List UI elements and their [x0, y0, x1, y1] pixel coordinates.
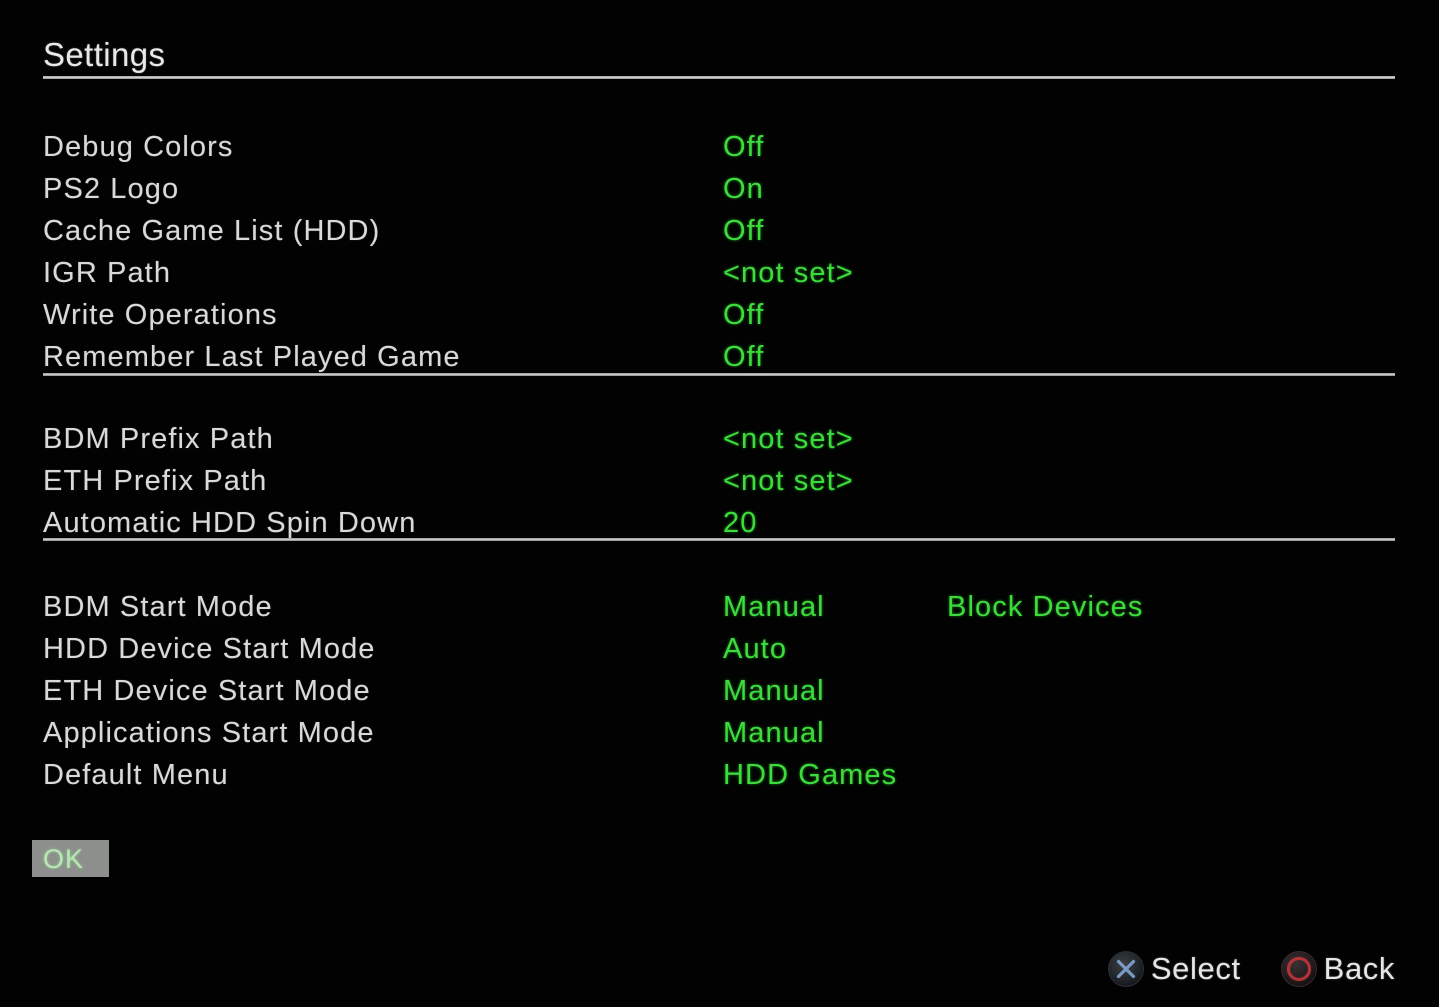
title-separator: [43, 76, 1395, 79]
setting-row[interactable]: Default Menu HDD Games: [0, 754, 1439, 796]
setting-row[interactable]: Debug Colors Off: [0, 126, 1439, 168]
setting-row-label: HDD Device Start Mode: [43, 633, 376, 665]
settings-group-start-modes: BDM Start Mode Manual Block Devices HDD Dev…: [0, 586, 1439, 796]
hint-select-label: Select: [1150, 951, 1241, 986]
page-title-text: Settings: [43, 36, 166, 73]
setting-row-label: ETH Prefix Path: [43, 465, 268, 497]
setting-row[interactable]: ETH Prefix Path <not set>: [0, 460, 1439, 502]
setting-row-value[interactable]: On: [723, 168, 764, 210]
setting-row-value[interactable]: Manual: [723, 670, 825, 712]
setting-row-label: Default Menu: [43, 759, 229, 791]
group-separator-2: [43, 538, 1395, 541]
setting-row-label: IGR Path: [43, 257, 172, 289]
setting-row-value[interactable]: Auto: [723, 628, 787, 670]
ok-button-label: OK: [43, 843, 85, 874]
settings-group-general: Debug Colors Off PS2 Logo On Cache Game List…: [0, 126, 1439, 378]
setting-row-value[interactable]: Off: [723, 336, 764, 378]
setting-row[interactable]: Remember Last Played Game Off: [0, 336, 1439, 378]
setting-row[interactable]: ETH Device Start Mode Manual: [0, 670, 1439, 712]
setting-row-value[interactable]: <not set>: [723, 252, 854, 294]
setting-row-value[interactable]: <not set>: [723, 460, 854, 502]
hint-back: Back: [1279, 945, 1395, 993]
setting-row-value[interactable]: Off: [723, 294, 764, 336]
setting-row[interactable]: Write Operations Off: [0, 294, 1439, 336]
setting-row-label: Cache Game List (HDD): [43, 215, 381, 247]
setting-row[interactable]: IGR Path <not set>: [0, 252, 1439, 294]
group-separator-1: [43, 373, 1395, 376]
setting-row-label: Write Operations: [43, 299, 278, 331]
setting-row-label: Debug Colors: [43, 131, 234, 163]
hint-select: Select: [1106, 945, 1241, 993]
setting-row-label: ETH Device Start Mode: [43, 675, 371, 707]
setting-row[interactable]: Cache Game List (HDD) Off: [0, 210, 1439, 252]
setting-row[interactable]: BDM Prefix Path <not set>: [0, 418, 1439, 460]
setting-row-value-secondary[interactable]: Block Devices: [947, 586, 1143, 628]
setting-row-value[interactable]: Manual: [723, 712, 825, 754]
setting-row[interactable]: BDM Start Mode Manual Block Devices: [0, 586, 1439, 628]
setting-row-label: BDM Prefix Path: [43, 423, 274, 455]
settings-group-paths: BDM Prefix Path <not set> ETH Prefix Path <…: [0, 418, 1439, 544]
setting-row[interactable]: PS2 Logo On: [0, 168, 1439, 210]
setting-row-value[interactable]: Off: [723, 126, 764, 168]
ok-button[interactable]: OK: [32, 840, 109, 877]
circle-button-icon: [1279, 949, 1319, 989]
hint-back-label: Back: [1323, 951, 1395, 986]
setting-row-value[interactable]: <not set>: [723, 418, 854, 460]
setting-row-label: PS2 Logo: [43, 173, 180, 205]
setting-row-label: BDM Start Mode: [43, 591, 273, 623]
settings-screen: Settings Debug Colors Off PS2 Logo On Cache …: [0, 0, 1439, 1007]
setting-row-value[interactable]: Manual: [723, 586, 825, 628]
controller-hint-bar: Select Back: [1106, 945, 1395, 993]
setting-row-value[interactable]: HDD Games: [723, 754, 897, 796]
setting-row-label: Remember Last Played Game: [43, 341, 461, 373]
setting-row[interactable]: HDD Device Start Mode Auto: [0, 628, 1439, 670]
setting-row-label: Applications Start Mode: [43, 717, 375, 749]
setting-row[interactable]: Applications Start Mode Manual: [0, 712, 1439, 754]
setting-row-value[interactable]: Off: [723, 210, 764, 252]
page-title: Settings: [43, 36, 1396, 74]
cross-button-icon: [1106, 949, 1146, 989]
